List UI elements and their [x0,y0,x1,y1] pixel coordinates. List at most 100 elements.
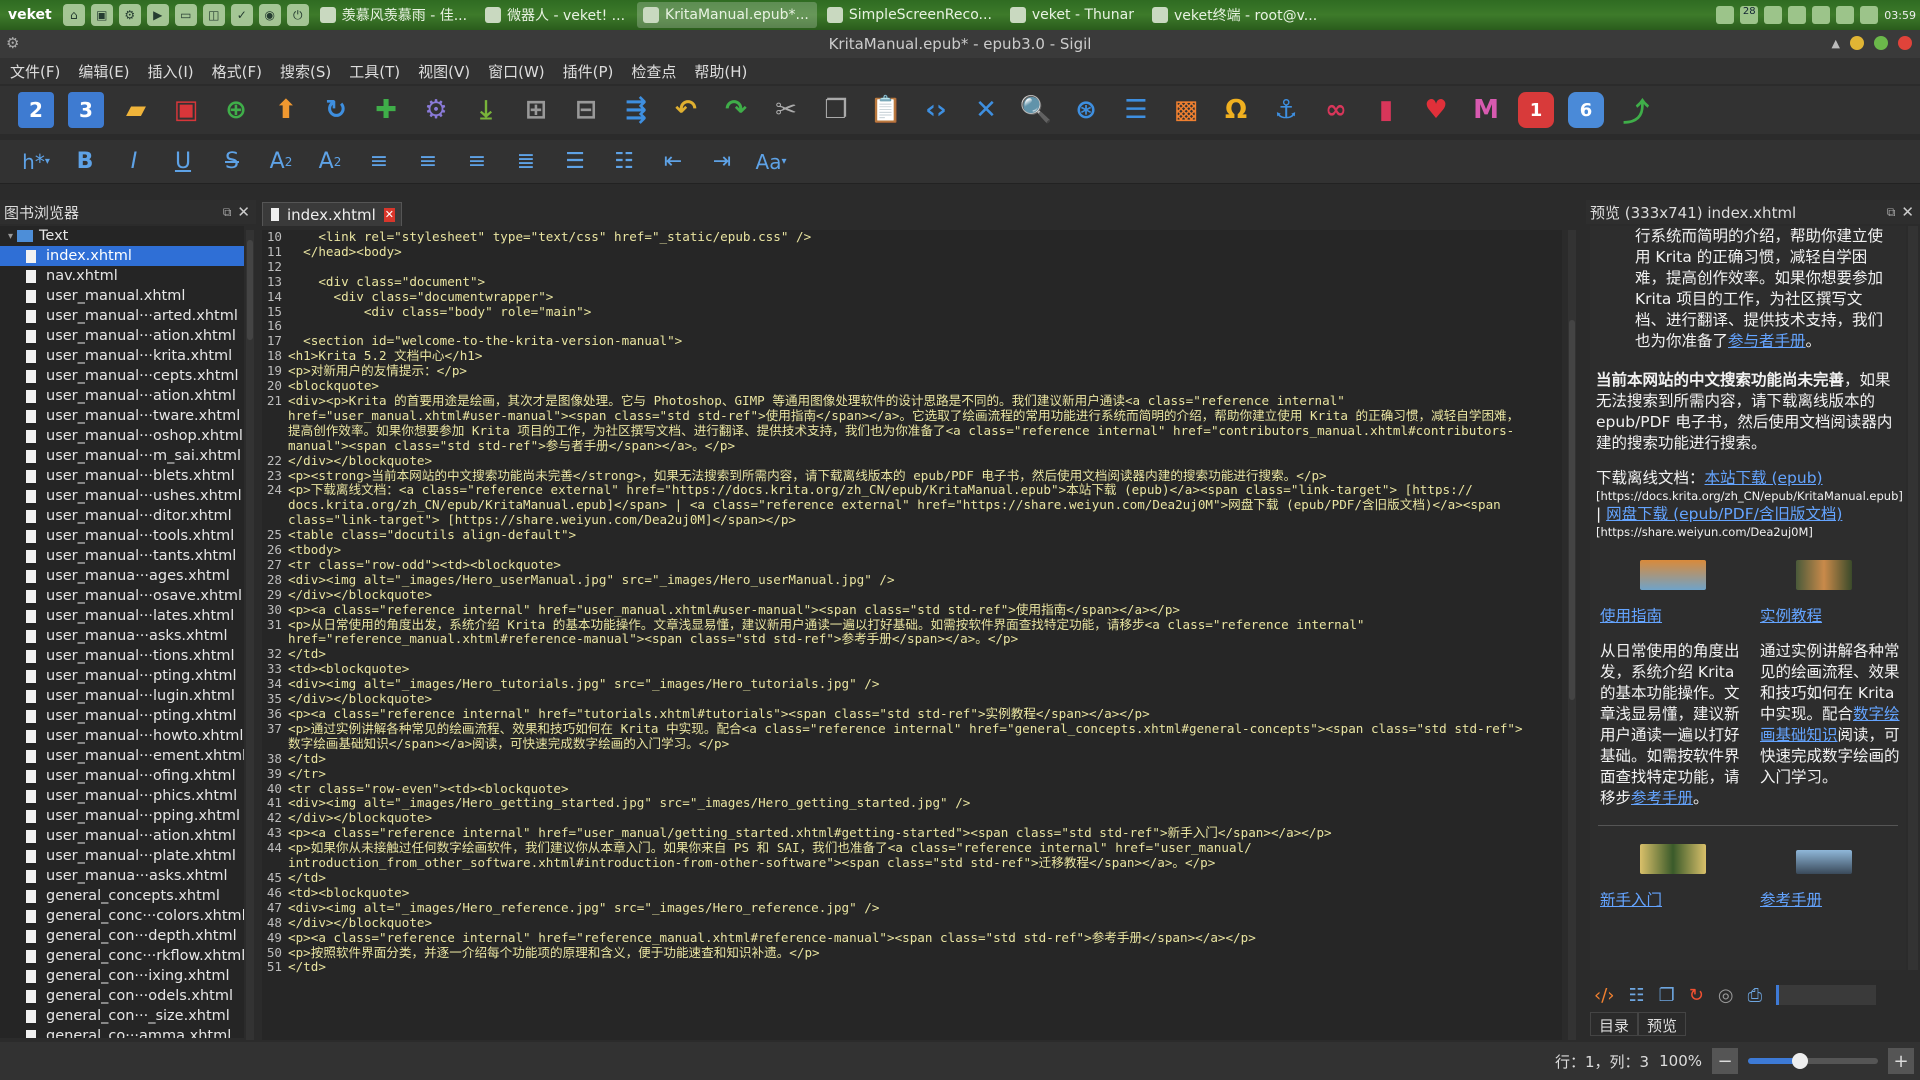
taskbar-window-0[interactable]: 羡慕风羡慕雨 - 佳... [314,2,475,28]
clock[interactable]: 03:59 [1884,9,1916,22]
keyboard-icon[interactable] [1812,6,1831,24]
battery-icon[interactable]: 28 [1740,6,1759,24]
menu-item-10[interactable]: 帮助(H) [694,61,747,82]
book-file-item[interactable]: general_conc···colors.xhtml [0,906,244,926]
book-file-item[interactable]: user_manual···tions.xhtml [0,646,244,666]
preview-search-field[interactable] [1775,985,1876,1005]
find-icon[interactable]: 🔍 [1018,92,1054,128]
redo-icon[interactable]: ↷ [718,92,754,128]
taskbar-window-4[interactable]: veket - Thunar [1004,2,1142,28]
find-replace-icon[interactable]: ⊛ [1068,92,1104,128]
clean-source-icon[interactable]: ✕ [968,92,1004,128]
book-file-item[interactable]: user_manual···pting.xhtml [0,666,244,686]
book-file-item[interactable]: nav.xhtml [0,266,244,286]
clipboard-icon[interactable] [1836,6,1855,24]
tree-folder-text[interactable]: ▾ Text [0,226,244,246]
book-file-item[interactable]: user_manua···asks.xhtml [0,626,244,646]
preview-scrollbar[interactable] [1908,226,1918,970]
menu-item-0[interactable]: 文件(F) [10,61,60,82]
align-right-icon[interactable]: ≡ [459,144,495,180]
book-file-item[interactable]: user_manual···pting.xhtml [0,706,244,726]
bold-icon[interactable]: B [67,144,103,180]
book-file-item[interactable]: general_con···odels.xhtml [0,986,244,1006]
taskbar-window-3[interactable]: SimpleScreenReco... [821,2,1000,28]
add-file-icon[interactable]: ⊕ [218,92,254,128]
link-icon[interactable]: ∞ [1318,92,1354,128]
italic-icon[interactable]: I [116,144,152,180]
terminal-quick-icon[interactable]: ▣ [90,4,113,26]
book-file-item[interactable]: user_manual···howto.xhtml [0,726,244,746]
strikethrough-icon[interactable]: S [214,144,250,180]
book-file-item[interactable]: user_manual···ement.xhtml [0,746,244,766]
taskbar-window-2[interactable]: KritaManual.epub*... [637,2,817,28]
book-file-item[interactable]: user_manual···pping.xhtml [0,806,244,826]
refresh-icon[interactable]: ↻ [318,92,354,128]
align-justify-icon[interactable]: ≣ [508,144,544,180]
close-tab-icon[interactable]: ✕ [383,207,395,222]
volume-icon[interactable] [1860,6,1879,24]
menu-item-8[interactable]: 插件(P) [563,61,614,82]
zoom-slider[interactable] [1748,1053,1878,1069]
maximize-button[interactable] [1874,36,1888,50]
taskbar-window-1[interactable]: 微器人 - veket! ... [479,2,633,28]
book-file-item[interactable]: user_manual···m_sai.xhtml [0,446,244,466]
close-preview-icon[interactable]: ✕ [1901,203,1914,221]
undo-icon[interactable]: ↶ [668,92,704,128]
book-file-item[interactable]: user_manual···phics.xhtml [0,786,244,806]
shade-icon[interactable]: ▲ [1832,37,1840,50]
plugin-arrow-icon[interactable]: ⤴ [1618,92,1654,128]
book-file-item[interactable]: user_manual···ation.xhtml [0,326,244,346]
new-epub3-icon[interactable]: 3 [68,92,104,128]
book-file-item[interactable]: user_manual···lugin.xhtml [0,686,244,706]
omega-icon[interactable]: Ω [1218,92,1254,128]
book-file-item[interactable]: user_manual···ofing.xhtml [0,766,244,786]
copy-preview-icon[interactable]: ❐ [1659,985,1675,1006]
book-file-item[interactable]: user_manua···ages.xhtml [0,566,244,586]
book-file-item[interactable]: general_con···ixing.xhtml [0,966,244,986]
tab-toc[interactable]: 目录 [1590,1012,1639,1036]
reference-link[interactable]: 参考手册 [1631,789,1693,807]
save-icon[interactable]: ▣ [168,92,204,128]
window-menu-icon[interactable]: ⚙ [6,34,19,52]
book-browser-scrollbar[interactable] [246,230,254,1040]
reload-preview-icon[interactable]: ↻ [1689,985,1704,1006]
wifi-icon[interactable] [1764,6,1783,24]
upload-icon[interactable]: ⬆ [268,92,304,128]
collapse-icon[interactable]: ▾ [8,231,13,242]
menu-item-9[interactable]: 检查点 [631,61,676,82]
zoom-slider-knob[interactable] [1792,1053,1808,1069]
bookmark-icon[interactable]: ▮ [1368,92,1404,128]
book-file-item[interactable]: general_co···amma.xhtml [0,1026,244,1038]
check-icon[interactable]: ✓ [230,4,253,26]
toggle-preview-icon[interactable]: ◎ [1718,985,1734,1006]
editor-scrollbar[interactable] [1568,230,1576,1040]
zoom-out-button[interactable]: − [1712,1048,1738,1074]
new-epub2-icon[interactable]: 2 [18,92,54,128]
superscript-icon[interactable]: A2 [312,144,348,180]
start-menu[interactable]: veket [0,7,60,23]
book-file-item[interactable]: general_concepts.xhtml [0,886,244,906]
book-file-item[interactable]: user_manual···ushes.xhtml [0,486,244,506]
book-file-item[interactable]: user_manual···ation.xhtml [0,386,244,406]
settings-quick-icon[interactable]: ⚙ [118,4,141,26]
menu-item-1[interactable]: 编辑(E) [78,61,129,82]
heading-dropdown[interactable]: h* ▾ [18,144,54,180]
book-file-item[interactable]: general_con···depth.xhtml [0,926,244,946]
screenshot-icon[interactable]: ◫ [202,4,225,26]
insert-row-icon[interactable]: ⊞ [518,92,554,128]
heart-icon[interactable]: ♥ [1418,92,1454,128]
subscript-icon[interactable]: A2 [263,144,299,180]
book-file-item[interactable]: user_manual···tware.xhtml [0,406,244,426]
insert-image-icon[interactable]: ▩ [1168,92,1204,128]
float-preview-icon[interactable]: ⧉ [1887,205,1896,220]
browser-icon[interactable]: ◉ [258,4,281,26]
book-file-item[interactable]: user_manual···ation.xhtml [0,826,244,846]
book-file-item[interactable]: user_manua···asks.xhtml [0,866,244,886]
home-icon[interactable]: ⌂ [62,4,85,26]
getting-started-link[interactable]: 新手入门 [1600,891,1662,909]
tutorials-link[interactable]: 实例教程 [1760,607,1822,625]
minimize-button[interactable] [1850,36,1864,50]
align-left-icon[interactable]: ≡ [361,144,397,180]
book-file-item[interactable]: user_manual···ditor.xhtml [0,506,244,526]
power-icon[interactable]: ⏻ [286,4,309,26]
